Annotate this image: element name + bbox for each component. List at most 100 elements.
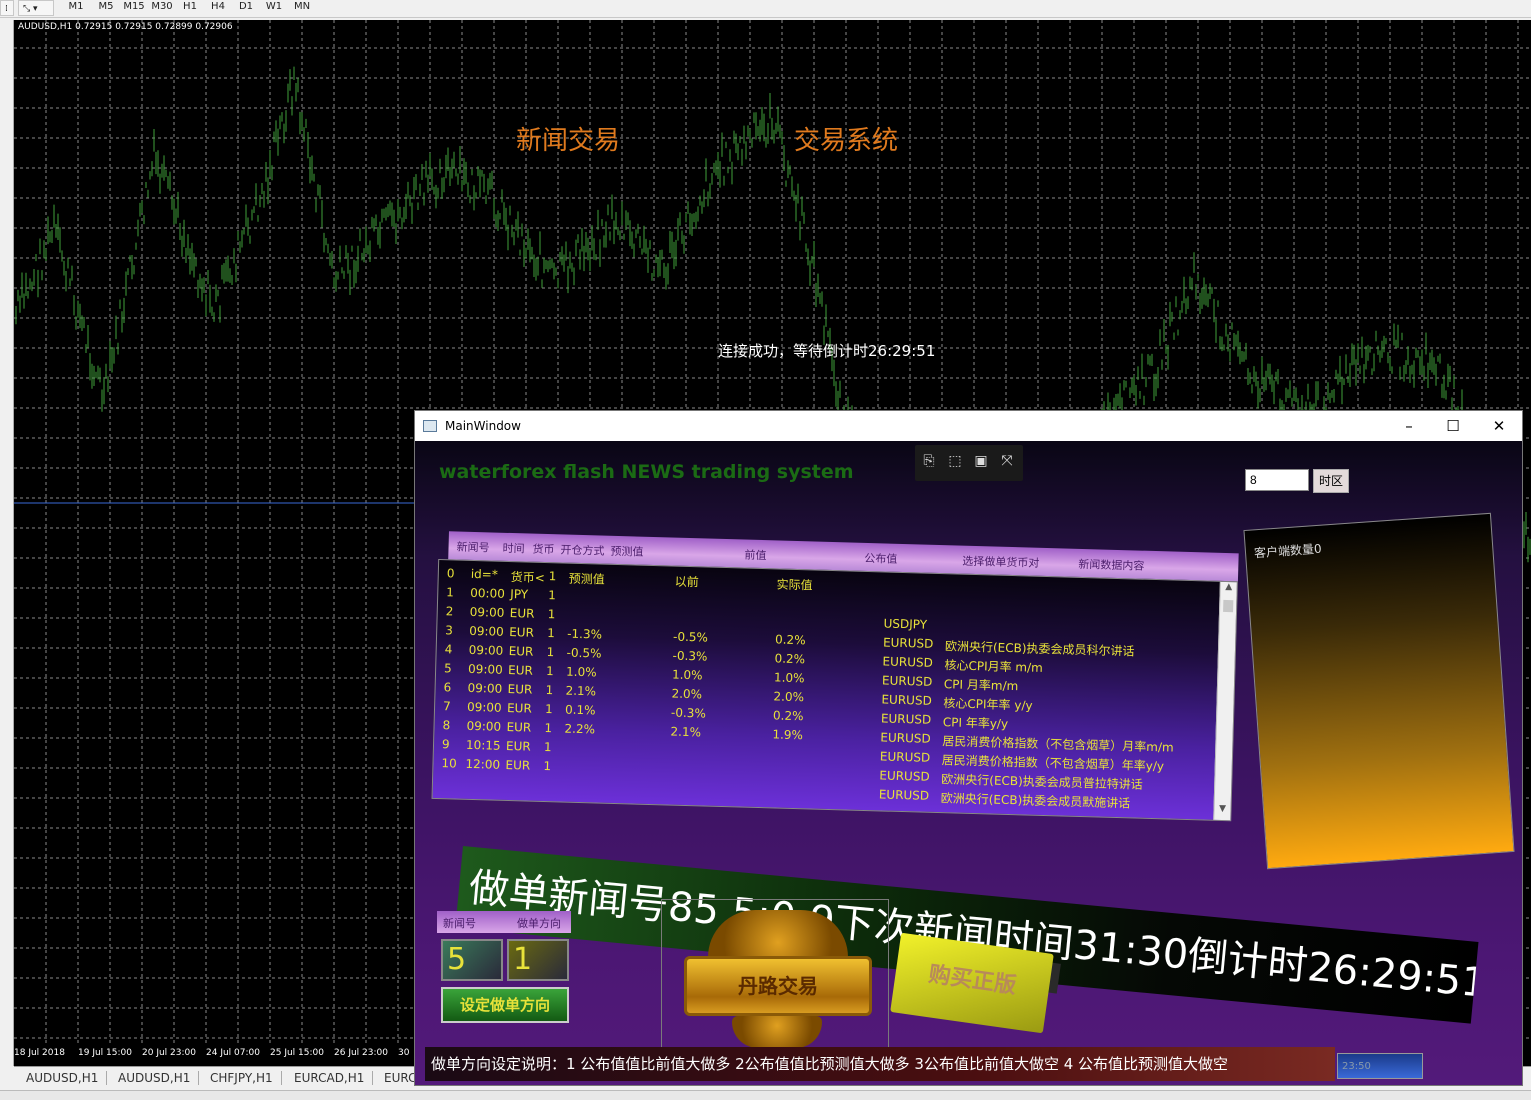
cell-mode: 1 xyxy=(546,626,556,641)
scroll-up-icon[interactable]: ▲ xyxy=(1220,582,1236,598)
connection-status: 连接成功，等待倒计时26:29:51 xyxy=(718,342,936,360)
cell-cur: 货币< xyxy=(510,570,545,585)
cell-act: 0.2% xyxy=(772,708,804,724)
direction-header-direction: 做单方向 xyxy=(517,917,561,930)
select-tool-icon[interactable]: ⎘ xyxy=(919,451,939,471)
symbol-tab[interactable]: EURCAD,H1 xyxy=(286,1071,374,1085)
cell-act: 2.0% xyxy=(773,689,805,705)
cell-time: id=* xyxy=(470,566,499,582)
news-table: 新闻号 时间 货币 开仓方式 预测值 前值 公布值 选择做单货币对 新闻数据内容… xyxy=(431,531,1239,833)
timezone-button[interactable]: 时区 xyxy=(1313,469,1349,493)
scroll-down-icon[interactable]: ▼ xyxy=(1214,804,1230,820)
header-open-mode: 开仓方式 xyxy=(560,543,605,558)
set-direction-button[interactable]: 设定做单方向 xyxy=(441,987,569,1023)
cell-prev: 2.0% xyxy=(671,686,703,702)
timezone-input[interactable] xyxy=(1245,469,1309,491)
cell-mode: 1 xyxy=(546,645,555,660)
cell-cur: JPY xyxy=(510,587,529,602)
cell-pair: EURUSD xyxy=(881,673,933,689)
header-select-pair: 选择做单货币对 xyxy=(962,554,1040,570)
tf-m1[interactable]: M1 xyxy=(60,0,92,16)
cell-n: 5 xyxy=(443,661,453,676)
cell-mode: 1 xyxy=(543,740,552,755)
scroll-thumb[interactable] xyxy=(1223,599,1234,613)
cell-cur: EUR xyxy=(506,719,532,735)
cell-cur: EUR xyxy=(509,606,535,621)
cell-cur: EUR xyxy=(509,625,535,640)
cell-time: 12:00 xyxy=(465,756,501,772)
cell-pair: EURUSD xyxy=(880,711,932,727)
cell-n: 4 xyxy=(444,642,453,657)
cell-time: 10:15 xyxy=(465,737,501,753)
toolbar-left-icon[interactable]: ⁞ xyxy=(0,0,14,16)
direction-field[interactable]: 1 xyxy=(507,939,569,981)
cell-prev: 1.0% xyxy=(671,667,703,683)
dragon-bottom-icon xyxy=(732,1016,822,1048)
app-icon xyxy=(423,420,437,432)
cell-cur: EUR xyxy=(505,757,531,773)
symbol-tab[interactable]: CHFJPY,H1 xyxy=(202,1071,282,1085)
minimize-button[interactable]: – xyxy=(1389,415,1429,437)
logo-box: 丹路交易 xyxy=(661,899,889,1051)
brand-title: waterforex flash NEWS trading system xyxy=(439,461,854,483)
cell-prev: 2.1% xyxy=(670,724,702,740)
cell-mode: 1 xyxy=(545,683,554,698)
client-panel: 客户端数量0 xyxy=(1243,512,1515,870)
cell-n: 10 xyxy=(441,756,457,771)
cell-prev: -0.3% xyxy=(670,705,707,721)
chart-info: AUDUSD,H1 0.72915 0.72915 0.72899 0.7290… xyxy=(18,22,233,32)
time-label: 24 Jul 07:00 xyxy=(206,1048,260,1058)
cell-fc: 0.1% xyxy=(564,702,596,718)
header-actual: 公布值 xyxy=(864,551,898,566)
window-title: MainWindow xyxy=(445,419,521,433)
news-list[interactable]: ▲ ▼ 0 id=* 货币< 1 预测值 以前 实际值 1 00:00 JPY 1 2 09:00 EUR… xyxy=(431,558,1238,822)
direction-instructions: 做单方向设定说明：1 公布值值比前值大做多 2公布值值比预测值大做多 3公布值比… xyxy=(425,1047,1335,1081)
window-titlebar[interactable]: MainWindow – ☐ ✕ xyxy=(415,411,1522,441)
cell-cur: EUR xyxy=(506,700,532,716)
cell-time: 09:00 xyxy=(467,680,503,696)
frame-tool-icon[interactable]: ▣ xyxy=(971,451,991,471)
close-button[interactable]: ✕ xyxy=(1479,415,1519,437)
cell-act: 1.0% xyxy=(773,670,805,686)
cell-time: 09:00 xyxy=(468,642,504,658)
cell-mode: 1 xyxy=(548,588,557,603)
cell-mode: 1 xyxy=(548,569,557,584)
header-news-no: 新闻号 xyxy=(456,540,490,555)
header-time: 时间 xyxy=(502,541,525,556)
cell-n: 8 xyxy=(442,718,451,733)
direction-header: 新闻号 做单方向 xyxy=(437,911,571,933)
overlay-title-left: 新闻交易 xyxy=(516,126,621,156)
logo-plate: 丹路交易 xyxy=(684,956,872,1016)
left-gutter xyxy=(0,20,14,1066)
cell-n: 6 xyxy=(443,680,452,695)
cell-fc: -0.5% xyxy=(566,645,602,661)
cell-mode: 1 xyxy=(545,664,554,679)
cell-fc: 预测值 xyxy=(568,571,605,587)
cell-act: 0.2% xyxy=(774,651,806,667)
cell-act: 1.9% xyxy=(772,727,804,743)
cell-mode: 1 xyxy=(543,759,552,774)
client-count: 客户端数量0 xyxy=(1253,541,1323,561)
cell-fc: 1.0% xyxy=(565,664,597,680)
cell-n: 2 xyxy=(445,604,454,619)
cell-pair: EURUSD xyxy=(879,749,931,765)
pointer-tool-icon[interactable]: ⬚ xyxy=(945,451,965,471)
time-label: 20 Jul 23:00 xyxy=(142,1048,196,1058)
time-label: 25 Jul 15:00 xyxy=(270,1048,324,1058)
symbol-tab[interactable]: AUDUSD,H1 xyxy=(18,1071,108,1085)
cell-act: 0.2% xyxy=(774,632,806,648)
cell-time: 09:00 xyxy=(469,623,504,639)
cell-desc: CPI 年率y/y xyxy=(942,715,1009,731)
tf-mn[interactable]: MN xyxy=(286,0,318,16)
time-label: 18 Jul 2018 xyxy=(14,1048,65,1058)
cursor-tool-icon[interactable]: ⤡ ▾ xyxy=(18,0,54,16)
header-content: 新闻数据内容 xyxy=(1078,557,1145,573)
track-tool-icon[interactable]: ⤧ xyxy=(997,451,1017,471)
cell-mode: 1 xyxy=(544,702,553,717)
news-no-field[interactable]: 5 xyxy=(441,939,503,981)
cell-pair: EURUSD xyxy=(878,787,930,803)
symbol-tab[interactable]: AUDUSD,H1 xyxy=(110,1071,200,1085)
cell-time: 09:00 xyxy=(466,718,502,734)
maximize-button[interactable]: ☐ xyxy=(1433,415,1473,437)
cell-n: 3 xyxy=(445,623,454,638)
